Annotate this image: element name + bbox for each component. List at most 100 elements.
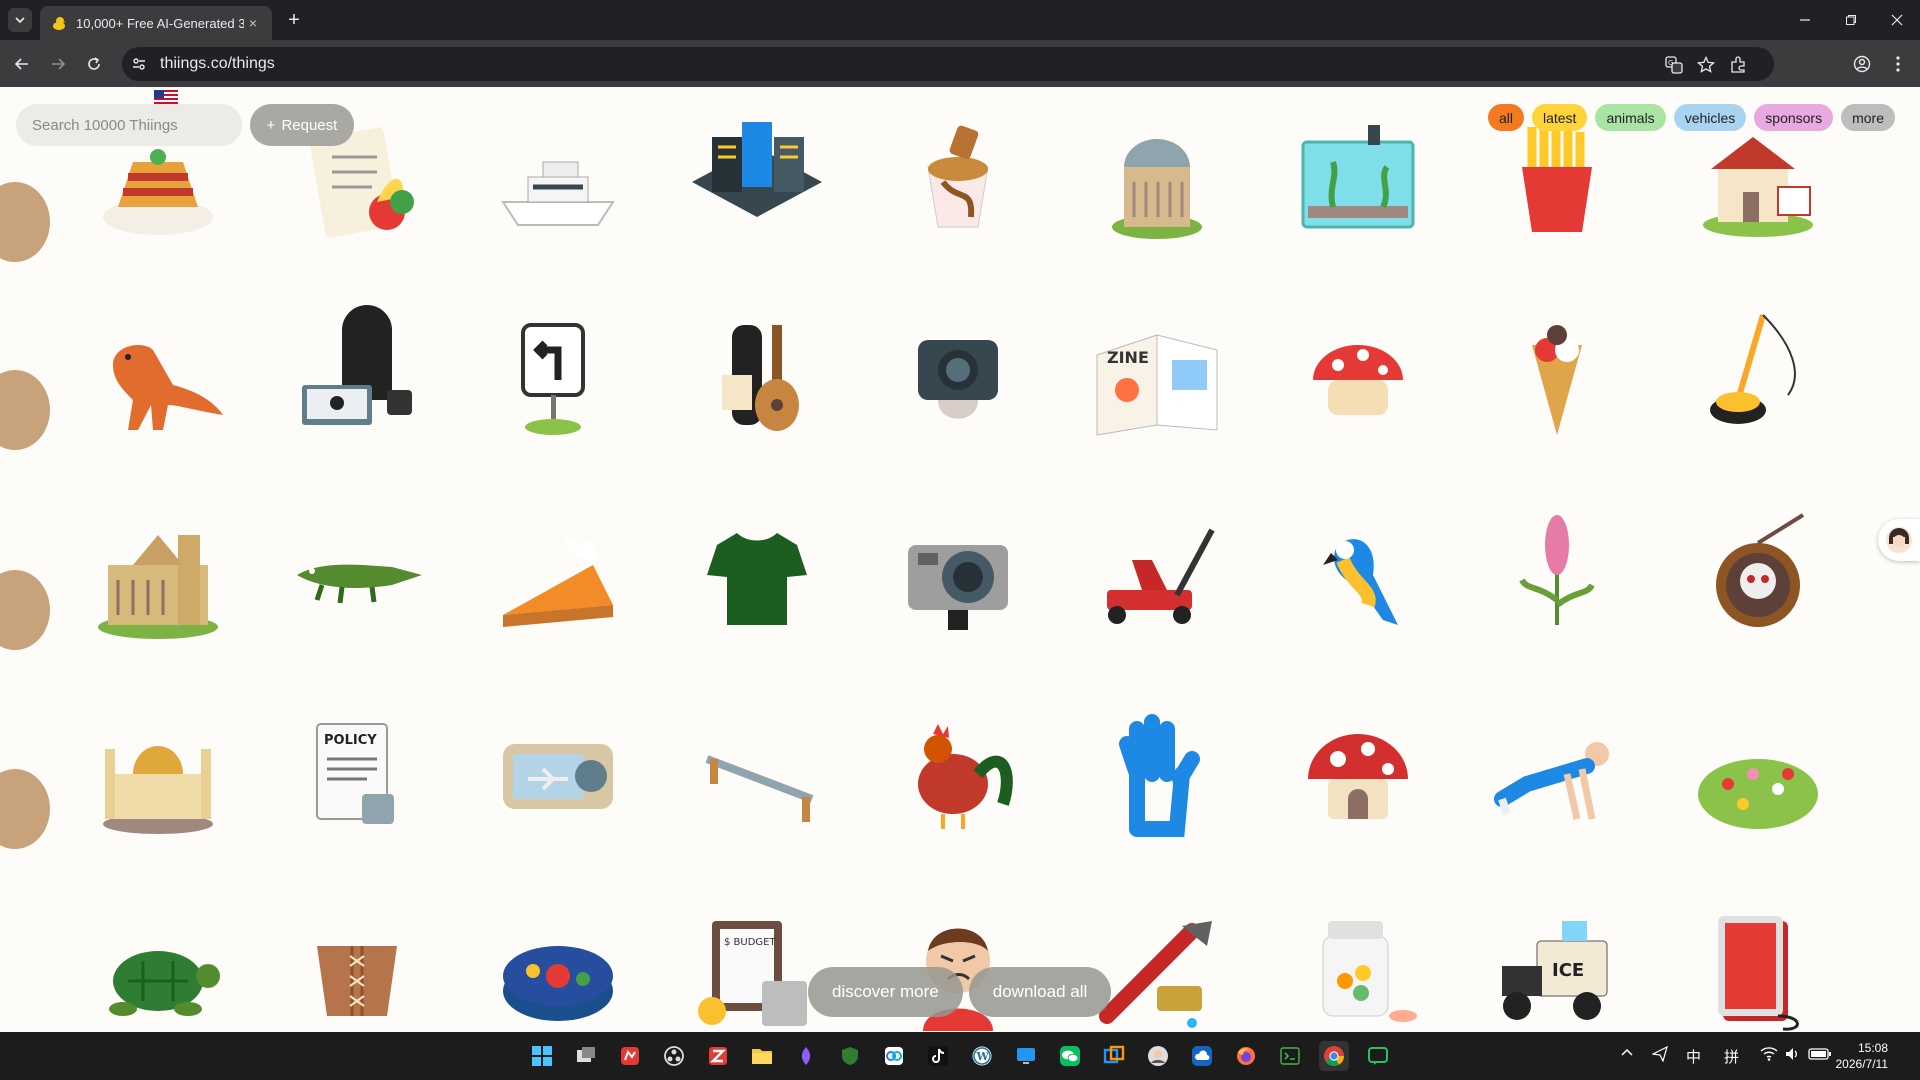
volume-icon[interactable] [1784,1046,1800,1066]
forward-icon[interactable] [44,50,72,78]
pumpkin-pie-thing[interactable] [483,505,633,655]
category-filters: all latest animals vehicles sponsors mor… [1487,104,1895,131]
extensions-icon[interactable] [1728,55,1748,75]
yacht-thing[interactable] [483,107,633,257]
system-clock[interactable]: 15:08 2026/7/11 [1836,1040,1889,1072]
balance-bar-thing[interactable] [682,704,832,854]
green-shield-icon[interactable] [835,1041,865,1071]
purple-app-icon[interactable] [791,1041,821,1071]
new-tab-button[interactable]: + [282,8,306,32]
left-turn-sign-thing[interactable] [483,305,633,455]
cloud-app-icon[interactable] [1187,1041,1217,1071]
filter-sponsors[interactable]: sponsors [1754,104,1834,131]
corset-belt-thing[interactable] [282,901,432,1032]
zine-thing[interactable]: ZINE [1082,305,1232,455]
request-button[interactable]: + Request [250,104,354,146]
lupine-flower-thing[interactable] [1482,505,1632,655]
obs-icon[interactable] [659,1041,689,1071]
skull-amulet-thing[interactable] [1683,505,1833,655]
action-camera-thing[interactable] [883,305,1033,455]
download-all-button[interactable]: download all [968,967,1112,1017]
firefox-icon[interactable] [1231,1041,1261,1071]
discover-more-button[interactable]: discover more [808,967,963,1017]
led-panel-thing[interactable] [1683,901,1833,1032]
rubber-glove-thing[interactable] [1082,704,1232,854]
assistant-avatar[interactable] [1878,519,1920,561]
sea-turtle-thing[interactable] [83,901,233,1032]
wechat-icon[interactable] [1055,1041,1085,1071]
search-input[interactable]: Search 10000 Thiings [16,104,242,146]
hacker-thing[interactable] [282,305,432,455]
battery-icon[interactable] [1808,1046,1832,1066]
app-red-icon[interactable] [615,1041,645,1071]
restore-icon[interactable] [1828,0,1874,40]
observatory-thing[interactable] [1082,107,1232,257]
minimize-icon[interactable] [1782,0,1828,40]
reload-icon[interactable] [80,50,108,78]
push-up-man-thing[interactable] [1482,704,1632,854]
file-explorer-icon[interactable] [747,1041,777,1071]
task-view-icon[interactable] [571,1041,601,1071]
privacy-policy-thing[interactable]: POLICY [282,704,432,854]
filter-latest[interactable]: latest [1531,104,1588,131]
address-bar[interactable]: thiings.co/things G [122,47,1774,81]
terminal-icon[interactable] [1275,1041,1305,1071]
mushroom-bag-thing[interactable] [1283,305,1433,455]
filter-vehicles[interactable]: vehicles [1673,104,1747,131]
ice-truck-thing[interactable]: ICE [1482,901,1632,1032]
blue-orange-app-icon[interactable] [1099,1041,1129,1071]
cathedral-thing[interactable] [83,505,233,655]
wifi-icon[interactable] [1760,1046,1778,1066]
rooster-thing[interactable] [883,704,1033,854]
aquarium-icon [1301,125,1415,229]
mushroom-house-thing[interactable] [1283,704,1433,854]
bubble-waffle-thing[interactable] [1482,305,1632,455]
sundae-thing[interactable] [883,107,1033,257]
user-avatar-app-icon[interactable] [1143,1041,1173,1071]
flower-garden-thing[interactable] [1683,704,1833,854]
bookmark-star-icon[interactable] [1696,55,1716,75]
back-icon[interactable] [8,50,36,78]
floor-jack-thing[interactable] [1082,505,1232,655]
aquarium-thing[interactable] [1283,107,1433,257]
filter-all[interactable]: all [1487,104,1524,131]
translate-icon[interactable]: G [1664,55,1684,75]
chrome-icon[interactable] [1319,1041,1349,1071]
filter-more[interactable]: more [1841,104,1895,131]
wind-tunnel-thing[interactable] [483,704,633,854]
enamel-box-thing[interactable] [483,901,633,1032]
remote-desktop-icon[interactable] [1011,1041,1041,1071]
tab-search-button[interactable] [8,8,32,32]
green-chat-icon[interactable] [1363,1041,1393,1071]
tiktok-icon[interactable] [923,1041,953,1071]
active-tab[interactable]: 10,000+ Free AI-Generated 3 × [40,6,272,40]
zotero-icon[interactable] [703,1041,733,1071]
ime-mode-indicator[interactable]: 拼 [1724,1046,1739,1067]
baidu-netdisk-icon[interactable] [879,1041,909,1071]
macaw-thing[interactable] [1283,505,1433,655]
svg-text:W: W [976,1050,990,1063]
menu-icon[interactable] [1884,50,1912,78]
sea-turtle-icon [109,951,220,1016]
close-tab-icon[interactable]: × [244,15,262,31]
mosque-thing[interactable] [83,704,233,854]
city-block-thing[interactable] [682,107,832,257]
ime-indicator[interactable]: 中 [1686,1046,1701,1067]
ukulele-thing[interactable] [682,305,832,455]
tray-chevron-up-icon[interactable] [1620,1046,1634,1064]
t-rex-thing[interactable] [83,305,233,455]
pill-bottle-thing[interactable] [1283,901,1433,1032]
floor-buffer-thing[interactable] [1683,305,1833,455]
filter-animals[interactable]: animals [1595,104,1666,131]
profile-icon[interactable] [1848,50,1876,78]
green-t-shirt-thing[interactable] [682,505,832,655]
start-icon[interactable] [527,1041,557,1071]
wordpress-icon[interactable]: W [967,1041,997,1071]
site-info-icon[interactable] [122,56,156,72]
close-window-icon[interactable] [1874,0,1920,40]
crocodile-thing[interactable] [282,505,432,655]
camera-thing[interactable] [883,505,1033,655]
crocodile-icon [297,564,422,604]
send-icon[interactable] [1651,1045,1668,1066]
ice-truck-icon: ICE [1502,921,1608,1020]
